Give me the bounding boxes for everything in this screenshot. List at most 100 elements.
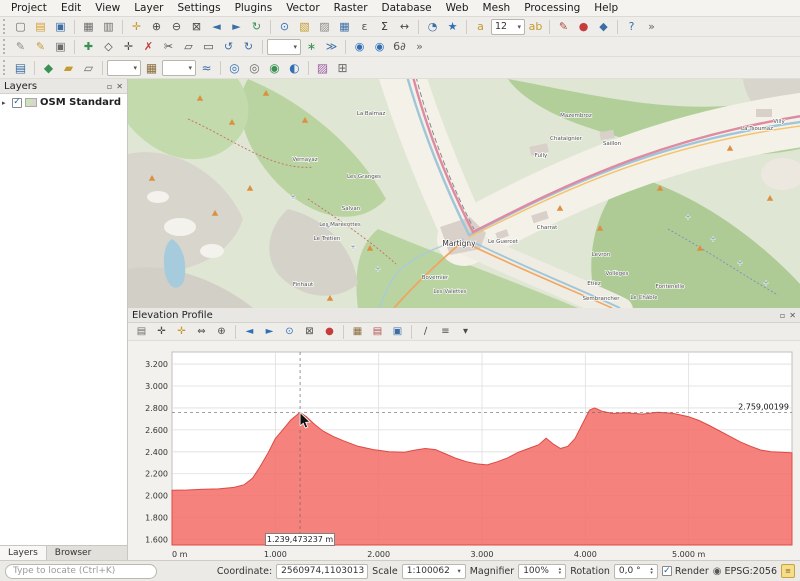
save-edits-button[interactable]: ▣ (51, 38, 70, 55)
map-tips-button[interactable]: ◆ (594, 18, 613, 35)
select-by-expression-button[interactable]: ε (355, 18, 374, 35)
toolbar-overflow[interactable]: » (410, 38, 429, 55)
measure-profile-button[interactable]: ∕ (416, 324, 435, 339)
menu-web[interactable]: Web (439, 1, 476, 15)
toolbar-overflow[interactable]: » (642, 18, 661, 35)
add-postgis-button[interactable]: ◎ (225, 58, 244, 77)
profile-options-button[interactable]: ≡ (436, 324, 455, 339)
undo-button[interactable]: ↺ (219, 38, 238, 55)
float-panel-icon[interactable]: ▫ (107, 82, 112, 91)
identify-profile-button[interactable]: ⊙ (280, 324, 299, 339)
current-edits-button[interactable]: ✎ (11, 38, 30, 55)
layer-visibility-checkbox[interactable]: ✓ (12, 98, 22, 108)
cut-features-button[interactable]: ✂ (159, 38, 178, 55)
layer-labeling-button[interactable]: ab (526, 18, 545, 35)
menu-view[interactable]: View (88, 1, 127, 15)
refresh-map-button[interactable]: ↻ (247, 18, 266, 35)
float-panel-icon[interactable]: ▫ (780, 311, 785, 320)
add-vector-combo[interactable]: ▾ (107, 60, 141, 76)
add-delimited-text-button[interactable]: ≈ (197, 58, 216, 77)
redo-button[interactable]: ↻ (239, 38, 258, 55)
rotation-spinner[interactable]: 0,0 ° ▴▾ (614, 564, 658, 579)
measure-line-button[interactable]: ↔ (395, 18, 414, 35)
zoom-x-axis-button[interactable]: ⇔ (192, 324, 211, 339)
delete-selected-button[interactable]: ✗ (139, 38, 158, 55)
help-button[interactable]: ? (622, 18, 641, 35)
menu-mesh[interactable]: Mesh (476, 1, 518, 15)
zoom-last-button[interactable]: ◄ (207, 18, 226, 35)
stepper-arrows-icon[interactable]: ▴▾ (559, 567, 562, 575)
temporal-controller-button[interactable]: ◔ (423, 18, 442, 35)
zoom-next-button[interactable]: ► (227, 18, 246, 35)
open-project-button[interactable]: ▤ (31, 18, 50, 35)
move-feature-button[interactable]: ✛ (119, 38, 138, 55)
tab-browser[interactable]: Browser (47, 546, 99, 560)
add-wms-button[interactable]: ◉ (265, 58, 284, 77)
crs-button[interactable]: ◉ EPSG:2056 (713, 566, 777, 577)
new-bookmark-button[interactable]: ★ (443, 18, 462, 35)
add-mesh-combo[interactable]: ▾ (162, 60, 196, 76)
add-wfs-button[interactable]: ◐ (285, 58, 304, 77)
expander-icon[interactable]: ▸ (2, 99, 9, 107)
toolbar-handle[interactable] (3, 19, 7, 34)
scale-combo[interactable]: 1:100062 ▾ (402, 564, 466, 579)
export-image-button[interactable]: ▦ (348, 324, 367, 339)
add-feature-button[interactable]: ✚ (79, 38, 98, 55)
annotation-button[interactable]: ✎ (554, 18, 573, 35)
locate-input[interactable] (5, 564, 157, 579)
plugin-6d-button[interactable]: 6∂ (390, 38, 409, 55)
menu-database[interactable]: Database (375, 1, 439, 15)
zoom-full-button[interactable]: ⊠ (187, 18, 206, 35)
menu-layer[interactable]: Layer (127, 1, 170, 15)
save-project-button[interactable]: ▣ (51, 18, 70, 35)
profile-settings-dropdown[interactable]: ▾ (456, 324, 475, 339)
style-manager-button[interactable]: ▨ (313, 58, 332, 77)
vertex-tool-button[interactable]: ◇ (99, 38, 118, 55)
open-attribute-table-button[interactable]: ▦ (335, 18, 354, 35)
coordinate-input[interactable]: 2560974,1103013 (276, 564, 368, 579)
add-layers-button[interactable]: ▤ (132, 324, 151, 339)
nudge-right-button[interactable]: ► (260, 324, 279, 339)
layer-row-osm-standard[interactable]: ▸ ✓ OSM Standard (2, 97, 125, 108)
new-virtual-layer-button[interactable]: ▱ (79, 58, 98, 77)
copy-features-button[interactable]: ▱ (179, 38, 198, 55)
menu-processing[interactable]: Processing (517, 1, 587, 15)
show-layout-manager-button[interactable]: ▥ (99, 18, 118, 35)
new-shapefile-button[interactable]: ▰ (59, 58, 78, 77)
new-project-button[interactable]: ▢ (11, 18, 30, 35)
nudge-left-button[interactable]: ◄ (240, 324, 259, 339)
plugin-qfield-button[interactable]: ◉ (370, 38, 389, 55)
menu-help[interactable]: Help (587, 1, 625, 15)
zoom-full-plot-button[interactable]: ⊠ (300, 324, 319, 339)
paste-features-button[interactable]: ▭ (199, 38, 218, 55)
pan-plot-button[interactable]: ✛ (172, 324, 191, 339)
python-console-button[interactable]: ≫ (322, 38, 341, 55)
menu-edit[interactable]: Edit (54, 1, 88, 15)
capture-cursor-button[interactable]: ✛ (152, 324, 171, 339)
toolbar-handle[interactable] (3, 39, 7, 54)
map-canvas[interactable]: ++++++++La BalmazVernayazLes GrangesSalv… (128, 79, 800, 308)
menu-plugins[interactable]: Plugins (228, 1, 280, 15)
menu-vector[interactable]: Vector (279, 1, 326, 15)
render-checkbox[interactable]: ✓ Render (662, 566, 709, 577)
statistics-button[interactable]: Σ (375, 18, 394, 35)
save-profile-button[interactable]: ▣ (388, 324, 407, 339)
elevation-chart[interactable]: 1.6001.8002.0002.2002.4002.6002.8003.000… (128, 341, 800, 560)
pan-map-button[interactable]: ✛ (127, 18, 146, 35)
add-spatialite-button[interactable]: ◎ (245, 58, 264, 77)
georeferencer-button[interactable]: ⊞ (333, 58, 352, 77)
datasource-manager-button[interactable]: ▤ (11, 58, 30, 77)
zoom-plot-button[interactable]: ⊕ (212, 324, 231, 339)
labeling-options-button[interactable]: a (471, 18, 490, 35)
record-button[interactable]: ● (574, 18, 593, 35)
menu-project[interactable]: Project (4, 1, 54, 15)
toolbar-handle[interactable] (3, 60, 7, 75)
new-print-layout-button[interactable]: ▦ (79, 18, 98, 35)
deselect-features-button[interactable]: ▨ (315, 18, 334, 35)
snapping-toggle-button[interactable]: ● (320, 324, 339, 339)
close-panel-icon[interactable]: ✕ (789, 311, 796, 320)
export-pdf-button[interactable]: ▤ (368, 324, 387, 339)
menu-settings[interactable]: Settings (170, 1, 227, 15)
toggle-editing-button[interactable]: ✎ (31, 38, 50, 55)
font-size-combo[interactable]: 12▾ (491, 19, 525, 35)
